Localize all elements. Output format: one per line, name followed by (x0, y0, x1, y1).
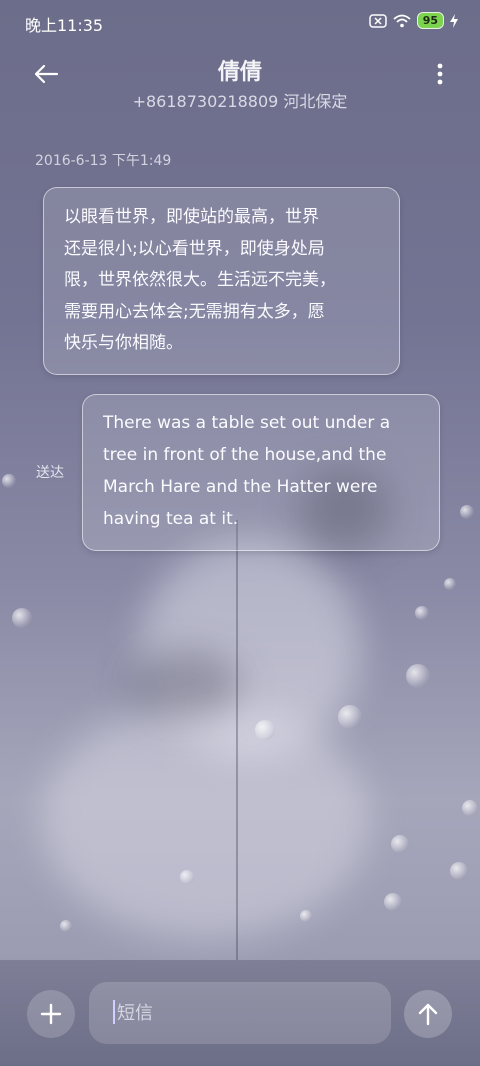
rain-drop (384, 893, 402, 911)
send-button[interactable] (404, 990, 452, 1038)
message-line: 还是很小;以心看世界，即使身处局 (64, 238, 325, 259)
message-text: 以眼看世界，即使站的最高，世界 还是很小;以心看世界，即使身处局 限，世界依然很… (64, 202, 382, 360)
outgoing-message-bubble[interactable]: There was a table set out under a tree i… (82, 394, 440, 551)
sim-off-icon (368, 13, 387, 28)
message-input[interactable] (115, 996, 379, 1030)
battery-icon: 95 (416, 12, 444, 29)
rain-drop (338, 705, 362, 729)
message-line: March Hare and the Hatter were (103, 477, 378, 497)
wallpaper-blur-4 (130, 650, 240, 720)
rain-drop (460, 505, 474, 519)
conversation-header: 倩倩 +8618730218809 河北保定 (0, 48, 480, 116)
status-icons: 95 (368, 12, 458, 29)
message-line: 以眼看世界，即使站的最高，世界 (64, 207, 319, 227)
contact-name: 倩倩 (217, 60, 262, 85)
more-vertical-icon (437, 63, 443, 85)
arrow-up-icon (418, 1003, 438, 1026)
charging-icon (450, 13, 458, 28)
wallpaper-blur-2 (40, 700, 370, 940)
rain-drop (391, 835, 409, 853)
rain-drop (462, 800, 478, 816)
incoming-message-bubble[interactable]: 以眼看世界，即使站的最高，世界 还是很小;以心看世界，即使身处局 限，世界依然很… (43, 187, 400, 375)
delivery-status: 送达 (36, 465, 64, 481)
message-input-container[interactable] (89, 982, 391, 1044)
contact-number-location: +8618730218809 河北保定 (132, 92, 348, 111)
message-line: There was a table set out under a (103, 413, 391, 433)
more-options-button[interactable] (430, 56, 450, 92)
rain-drop (60, 920, 72, 932)
rain-drop (415, 606, 429, 620)
message-line: tree in front of the house,and the (103, 445, 387, 465)
message-line: having tea at it. (103, 509, 239, 529)
rain-drop (2, 474, 16, 488)
message-line: 限，世界依然很大。生活远不完美， (64, 270, 336, 290)
rain-drop (300, 910, 312, 922)
wifi-icon (393, 14, 411, 27)
rain-drop (444, 578, 456, 590)
message-line: 需要用心去体会;无需拥有太多，愿 (64, 301, 325, 322)
message-timestamp: 2016-6-13 下午1:49 (35, 153, 172, 169)
status-time: 晚上11:35 (25, 16, 104, 35)
rain-drop (255, 720, 275, 740)
rain-drop (180, 870, 194, 884)
water-streak (236, 520, 238, 960)
plus-icon (40, 1003, 62, 1025)
rain-drop (406, 664, 430, 688)
message-text: There was a table set out under a tree i… (103, 407, 423, 535)
wallpaper-blur-1 (140, 540, 360, 760)
rain-drop (450, 862, 468, 880)
status-bar: 晚上11:35 95 (0, 0, 480, 44)
add-attachment-button[interactable] (27, 990, 75, 1038)
message-line: 快乐与你相随。 (64, 333, 183, 353)
rain-drop (12, 608, 32, 628)
